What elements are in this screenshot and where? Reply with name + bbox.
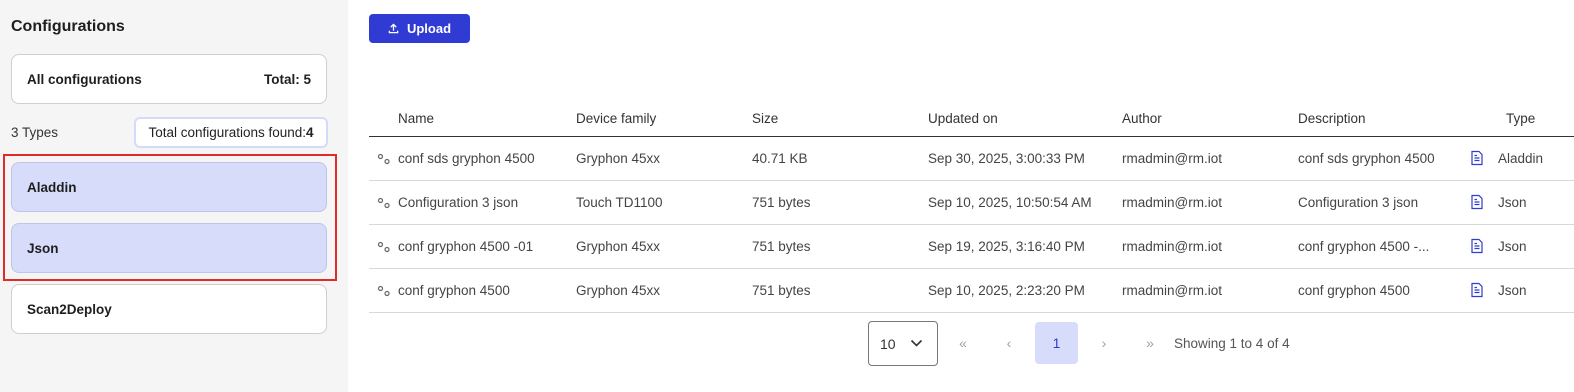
- cell-name: conf sds gryphon 4500: [398, 151, 535, 166]
- last-page-button[interactable]: »: [1130, 322, 1170, 364]
- found-label: Total configurations found:: [148, 125, 307, 140]
- type-card-json[interactable]: Json: [11, 223, 327, 273]
- upload-label: Upload: [406, 21, 452, 36]
- first-page-button[interactable]: «: [943, 322, 983, 364]
- cell-name: Configuration 3 json: [398, 195, 519, 210]
- sidebar: Configurations All configurations Total:…: [0, 0, 348, 392]
- chevron-down-icon: [910, 339, 923, 347]
- cell-name: conf gryphon 4500 -01: [398, 239, 534, 254]
- cell-description: conf gryphon 4500 -...: [1298, 239, 1430, 254]
- file-icon: [1471, 194, 1483, 210]
- file-icon: [1471, 238, 1483, 254]
- type-card-scan2deploy[interactable]: Scan2Deploy: [11, 284, 327, 334]
- column-header-name[interactable]: Name: [398, 111, 434, 126]
- table-row[interactable]: conf gryphon 4500 -01 Gryphon 45xx 751 b…: [369, 225, 1574, 269]
- cell-size: 751 bytes: [752, 195, 811, 210]
- cell-author: rmadmin@rm.iot: [1122, 239, 1222, 254]
- cell-author: rmadmin@rm.iot: [1122, 195, 1222, 210]
- cell-updated-on: Sep 19, 2025, 3:16:40 PM: [928, 239, 1085, 254]
- upload-icon: [388, 23, 399, 34]
- cell-device-family: Gryphon 45xx: [576, 239, 661, 254]
- cell-description: conf gryphon 4500: [1298, 283, 1410, 298]
- file-icon: [1471, 282, 1483, 298]
- file-icon: [1471, 150, 1483, 166]
- table-row[interactable]: Configuration 3 json Touch TD1100 751 by…: [369, 181, 1574, 225]
- cell-author: rmadmin@rm.iot: [1122, 283, 1222, 298]
- type-label: Scan2Deploy: [27, 301, 112, 317]
- configuration-icon: [377, 285, 390, 297]
- column-header-updated-on[interactable]: Updated on: [928, 111, 998, 126]
- cell-updated-on: Sep 30, 2025, 3:00:33 PM: [928, 151, 1085, 166]
- type-card-aladdin[interactable]: Aladdin: [11, 162, 327, 212]
- type-label: Aladdin: [27, 179, 77, 195]
- table-row[interactable]: conf gryphon 4500 Gryphon 45xx 751 bytes…: [369, 269, 1574, 313]
- configuration-icon: [377, 197, 390, 209]
- cell-size: 40.71 KB: [752, 151, 808, 166]
- configuration-icon: [377, 153, 390, 165]
- cell-description: Configuration 3 json: [1298, 195, 1419, 210]
- page-size-value: 10: [880, 335, 896, 352]
- page-size-select[interactable]: 10: [868, 321, 938, 366]
- sidebar-title: Configurations: [11, 18, 125, 35]
- cell-type: Json: [1498, 239, 1527, 254]
- column-header-author[interactable]: Author: [1122, 111, 1162, 126]
- cell-updated-on: Sep 10, 2025, 2:23:20 PM: [928, 283, 1085, 298]
- cell-description: conf sds gryphon 4500: [1298, 151, 1435, 166]
- cell-size: 751 bytes: [752, 283, 811, 298]
- configurations-found-badge: Total configurations found: 4: [134, 117, 328, 148]
- all-configurations-label: All configurations: [27, 71, 142, 87]
- pagination-summary: Showing 1 to 4 of 4: [1174, 336, 1290, 351]
- total-count: Total: 5: [264, 71, 311, 87]
- column-header-description[interactable]: Description: [1298, 111, 1366, 126]
- column-header-type[interactable]: Type: [1506, 111, 1535, 126]
- column-header-device-family[interactable]: Device family: [576, 111, 656, 126]
- types-count: 3 Types: [11, 125, 59, 140]
- table-row[interactable]: conf sds gryphon 4500 Gryphon 45xx 40.71…: [369, 137, 1574, 181]
- cell-type: Json: [1498, 283, 1527, 298]
- cell-size: 751 bytes: [752, 239, 811, 254]
- column-header-size[interactable]: Size: [752, 111, 778, 126]
- configurations-table: Name Device family Size Updated on Autho…: [369, 100, 1574, 313]
- cell-device-family: Gryphon 45xx: [576, 283, 661, 298]
- cell-type: Json: [1498, 195, 1527, 210]
- next-page-button[interactable]: ›: [1084, 322, 1124, 364]
- all-configurations-card[interactable]: All configurations Total: 5: [11, 54, 327, 104]
- cell-device-family: Gryphon 45xx: [576, 151, 661, 166]
- page-1-button[interactable]: 1: [1035, 322, 1078, 364]
- cell-author: rmadmin@rm.iot: [1122, 151, 1222, 166]
- cell-updated-on: Sep 10, 2025, 10:50:54 AM: [928, 195, 1092, 210]
- found-value: 4: [306, 125, 314, 140]
- cell-device-family: Touch TD1100: [576, 195, 663, 210]
- configuration-icon: [377, 241, 390, 253]
- previous-page-button[interactable]: ‹: [989, 322, 1029, 364]
- cell-type: Aladdin: [1498, 151, 1544, 166]
- type-label: Json: [27, 240, 59, 256]
- table-header: Name Device family Size Updated on Autho…: [369, 100, 1574, 137]
- cell-name: conf gryphon 4500: [398, 283, 510, 298]
- upload-button[interactable]: Upload: [369, 14, 470, 43]
